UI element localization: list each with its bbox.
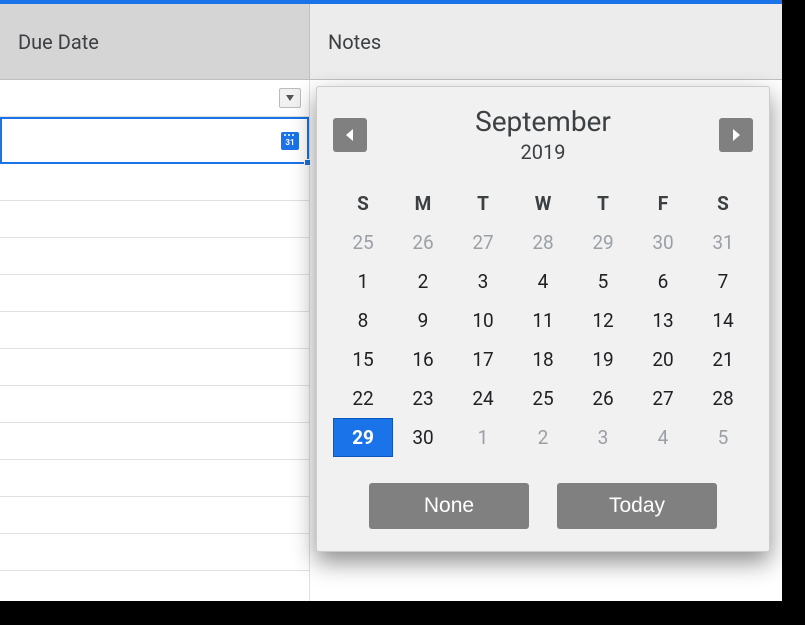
year-label: 2019 bbox=[367, 140, 719, 164]
calendar-day[interactable]: 4 bbox=[513, 262, 573, 301]
column-header-due-date[interactable]: Due Date bbox=[0, 4, 310, 80]
cell-due-10[interactable] bbox=[0, 423, 309, 460]
day-of-week-label: M bbox=[393, 184, 453, 223]
cell-due-6[interactable] bbox=[0, 275, 309, 312]
calendar-day[interactable]: 24 bbox=[453, 379, 513, 418]
calendar-day[interactable]: 6 bbox=[633, 262, 693, 301]
cell-due-7[interactable] bbox=[0, 312, 309, 349]
calendar-day[interactable]: 30 bbox=[633, 223, 693, 262]
due-date-column: 31 bbox=[0, 80, 310, 601]
calendar-day-selected[interactable]: 29 bbox=[333, 418, 393, 457]
day-of-week-label: F bbox=[633, 184, 693, 223]
dropdown-button[interactable] bbox=[279, 88, 301, 108]
cell-due-3[interactable] bbox=[0, 164, 309, 201]
calendar-day[interactable]: 5 bbox=[693, 418, 753, 457]
calendar-day[interactable]: 13 bbox=[633, 301, 693, 340]
calendar-day[interactable]: 7 bbox=[693, 262, 753, 301]
calendar-day[interactable]: 19 bbox=[573, 340, 633, 379]
calendar-day[interactable]: 27 bbox=[453, 223, 513, 262]
calendar-day[interactable]: 4 bbox=[633, 418, 693, 457]
datepicker-footer: None Today bbox=[333, 483, 753, 529]
today-button[interactable]: Today bbox=[557, 483, 717, 529]
day-of-week-label: S bbox=[333, 184, 393, 223]
calendar-day[interactable]: 1 bbox=[333, 262, 393, 301]
calendar-day[interactable]: 31 bbox=[693, 223, 753, 262]
prev-month-button[interactable] bbox=[333, 118, 367, 152]
calendar-day[interactable]: 17 bbox=[453, 340, 513, 379]
day-of-week-label: W bbox=[513, 184, 573, 223]
datepicker-header: September 2019 bbox=[333, 105, 753, 164]
calendar-day[interactable]: 29 bbox=[573, 223, 633, 262]
calendar-day[interactable]: 14 bbox=[693, 301, 753, 340]
calendar-day[interactable]: 15 bbox=[333, 340, 393, 379]
datepicker-title: September 2019 bbox=[367, 105, 719, 164]
cell-due-13[interactable] bbox=[0, 534, 309, 571]
next-month-button[interactable] bbox=[719, 118, 753, 152]
cell-due-9[interactable] bbox=[0, 386, 309, 423]
column-header-notes[interactable]: Notes bbox=[310, 4, 782, 80]
calendar-day[interactable]: 3 bbox=[573, 418, 633, 457]
calendar-grid: SMTWTFS252627282930311234567891011121314… bbox=[333, 184, 753, 457]
cell-due-2-active[interactable]: 31 bbox=[0, 117, 309, 164]
cell-due-1[interactable] bbox=[0, 80, 309, 117]
calendar-icon[interactable]: 31 bbox=[281, 132, 299, 150]
calendar-day[interactable]: 25 bbox=[333, 223, 393, 262]
calendar-day[interactable]: 8 bbox=[333, 301, 393, 340]
calendar-day[interactable]: 12 bbox=[573, 301, 633, 340]
column-headers: Due Date Notes bbox=[0, 0, 782, 80]
cell-due-12[interactable] bbox=[0, 497, 309, 534]
month-label: September bbox=[367, 105, 719, 138]
calendar-day[interactable]: 5 bbox=[573, 262, 633, 301]
cell-due-11[interactable] bbox=[0, 460, 309, 497]
day-of-week-label: T bbox=[453, 184, 513, 223]
calendar-day[interactable]: 26 bbox=[393, 223, 453, 262]
calendar-day[interactable]: 25 bbox=[513, 379, 573, 418]
calendar-day[interactable]: 18 bbox=[513, 340, 573, 379]
calendar-day[interactable]: 2 bbox=[393, 262, 453, 301]
calendar-day[interactable]: 11 bbox=[513, 301, 573, 340]
datepicker-popup: September 2019 SMTWTFS252627282930311234… bbox=[316, 86, 770, 552]
calendar-day[interactable]: 9 bbox=[393, 301, 453, 340]
calendar-day[interactable]: 27 bbox=[633, 379, 693, 418]
calendar-icon-day: 31 bbox=[285, 138, 294, 147]
calendar-day[interactable]: 20 bbox=[633, 340, 693, 379]
calendar-day[interactable]: 10 bbox=[453, 301, 513, 340]
calendar-day[interactable]: 28 bbox=[513, 223, 573, 262]
calendar-day[interactable]: 22 bbox=[333, 379, 393, 418]
day-of-week-label: T bbox=[573, 184, 633, 223]
cell-due-8[interactable] bbox=[0, 349, 309, 386]
calendar-day[interactable]: 30 bbox=[393, 418, 453, 457]
cell-due-5[interactable] bbox=[0, 238, 309, 275]
day-of-week-label: S bbox=[693, 184, 753, 223]
calendar-day[interactable]: 16 bbox=[393, 340, 453, 379]
calendar-day[interactable]: 21 bbox=[693, 340, 753, 379]
calendar-day[interactable]: 1 bbox=[453, 418, 513, 457]
calendar-day[interactable]: 26 bbox=[573, 379, 633, 418]
calendar-day[interactable]: 2 bbox=[513, 418, 573, 457]
cell-due-4[interactable] bbox=[0, 201, 309, 238]
none-button[interactable]: None bbox=[369, 483, 529, 529]
calendar-day[interactable]: 23 bbox=[393, 379, 453, 418]
calendar-day[interactable]: 28 bbox=[693, 379, 753, 418]
calendar-day[interactable]: 3 bbox=[453, 262, 513, 301]
